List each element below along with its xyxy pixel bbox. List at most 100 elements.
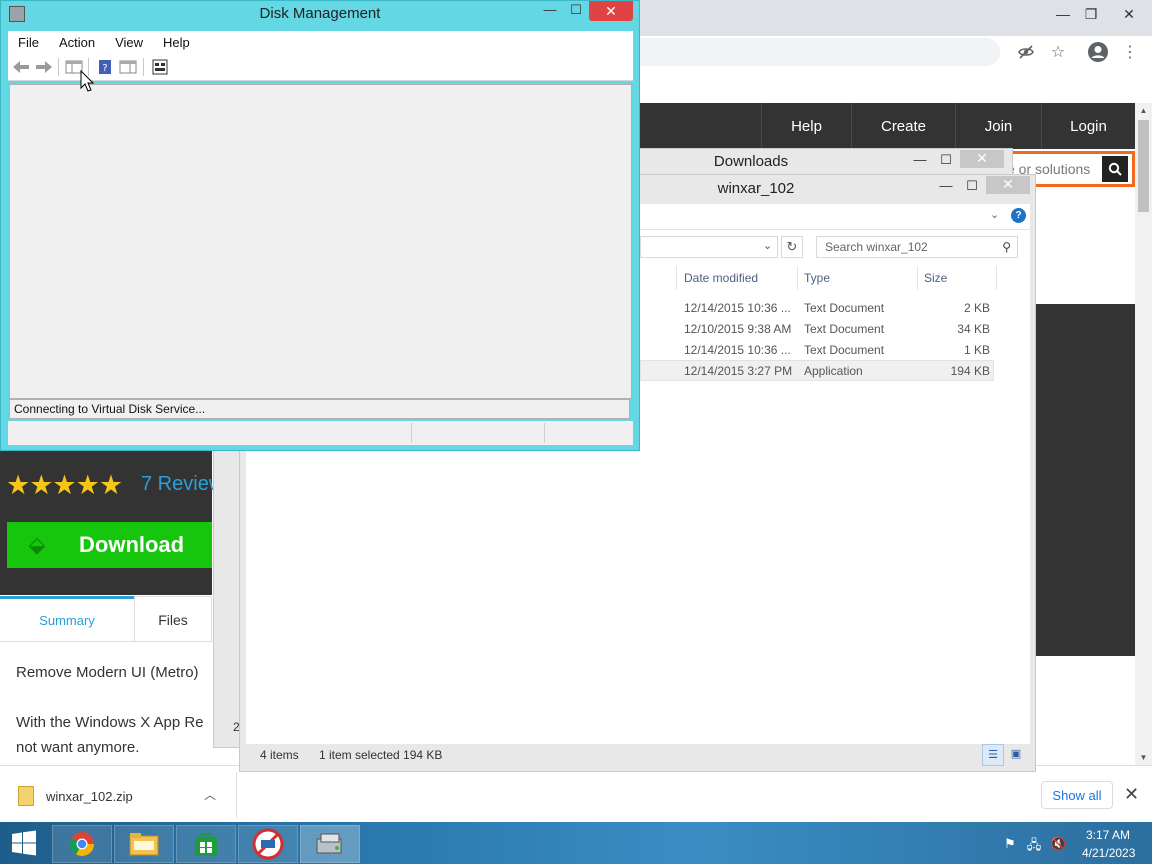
site-navigation: Help Create Join Login xyxy=(560,103,1135,149)
tab-files[interactable]: Files xyxy=(134,596,212,642)
column-divider xyxy=(996,266,997,290)
show-hide-action-pane-icon[interactable] xyxy=(118,57,138,77)
mouse-cursor-icon xyxy=(80,69,95,95)
shelf-divider xyxy=(236,772,237,818)
explorer-search-input[interactable]: Search winxar_102 ⚲ xyxy=(816,236,1018,258)
file-row-size[interactable]: 2 KB xyxy=(940,301,990,315)
clock-date[interactable]: 4/21/2023 xyxy=(1082,846,1135,860)
tab-summary[interactable]: Summary xyxy=(0,596,134,642)
chevron-up-icon[interactable]: ︿ xyxy=(204,786,216,803)
details-view-icon[interactable]: ☰ xyxy=(982,744,1004,766)
file-row-size[interactable]: 34 KB xyxy=(940,322,990,336)
star-bookmark-icon[interactable]: ☆ xyxy=(1046,40,1070,64)
search-icon[interactable] xyxy=(1102,156,1128,182)
dm-minimize-button[interactable]: — xyxy=(537,2,563,22)
forward-arrow-icon[interactable] xyxy=(34,57,54,77)
help-icon[interactable]: ? xyxy=(1011,208,1026,223)
file-row-date[interactable]: 12/14/2015 10:36 ... xyxy=(684,343,791,357)
winxar-maximize-button[interactable]: ☐ xyxy=(962,178,982,194)
dm-close-button[interactable]: ✕ xyxy=(589,1,633,21)
eye-off-icon[interactable] xyxy=(1014,40,1038,64)
chevron-down-icon[interactable]: ⌄ xyxy=(990,208,999,221)
dm-menubar: File Action View Help xyxy=(8,31,633,53)
dm-maximize-button[interactable]: ☐ xyxy=(563,2,589,22)
network-icon[interactable]: 🖧 xyxy=(1026,836,1042,852)
winxar-minimize-button[interactable]: — xyxy=(936,178,956,193)
winxar-close-button[interactable]: ✕ xyxy=(986,176,1030,194)
project-description-line: Remove Modern UI (Metro) xyxy=(16,664,199,681)
file-row-type[interactable]: Text Document xyxy=(804,301,884,315)
help-book-icon[interactable]: ? xyxy=(95,57,115,77)
toolbar-separator xyxy=(58,58,59,76)
dm-statusbar xyxy=(8,421,633,445)
winxar-window-title: winxar_102 xyxy=(717,180,795,197)
winxar-app-icon xyxy=(252,828,284,860)
svg-text:?: ? xyxy=(102,63,107,74)
downloaded-file-item[interactable]: winxar_102.zip xyxy=(18,786,133,806)
file-row-size[interactable]: 1 KB xyxy=(940,343,990,357)
taskbar-store[interactable] xyxy=(176,825,236,863)
file-row-type[interactable]: Text Document xyxy=(804,322,884,336)
downloads-close-button[interactable]: ✕ xyxy=(960,150,1004,168)
explorer-address-bar[interactable] xyxy=(640,236,778,258)
taskbar-file-explorer[interactable] xyxy=(114,825,174,863)
explorer-item-count: 4 items xyxy=(260,748,299,762)
scroll-up-arrow-icon[interactable]: ▲ xyxy=(1135,103,1152,118)
dm-content-pane xyxy=(9,84,632,399)
downloads-minimize-button[interactable]: — xyxy=(910,152,930,167)
action-center-flag-icon[interactable]: ⚑ xyxy=(1002,836,1018,852)
nav-help-link[interactable]: Help xyxy=(761,103,851,149)
download-button[interactable]: ⬙ Download xyxy=(7,522,212,568)
scroll-down-arrow-icon[interactable]: ▼ xyxy=(1135,750,1152,765)
column-header-size[interactable]: Size xyxy=(924,271,947,285)
menu-action[interactable]: Action xyxy=(49,35,105,50)
properties-icon[interactable] xyxy=(150,57,170,77)
browser-menu-icon[interactable]: ⋮ xyxy=(1118,40,1142,64)
nav-create-link[interactable]: Create xyxy=(851,103,955,149)
column-header-date[interactable]: Date modified xyxy=(684,271,758,285)
menu-view[interactable]: View xyxy=(105,35,153,50)
disk-management-icon xyxy=(316,833,342,854)
file-row-date[interactable]: 12/14/2015 10:36 ... xyxy=(684,301,791,315)
nav-join-link[interactable]: Join xyxy=(955,103,1041,149)
rating-stars: ★★★★★ xyxy=(6,470,123,500)
refresh-icon[interactable]: ↻ xyxy=(781,236,803,258)
taskbar-winxar[interactable] xyxy=(238,825,298,863)
taskbar-disk-management[interactable] xyxy=(300,825,360,863)
download-label: Download xyxy=(79,532,185,557)
column-header-type[interactable]: Type xyxy=(804,271,830,285)
chrome-icon xyxy=(69,832,94,857)
project-description-line: With the Windows X App Re xyxy=(16,714,204,731)
address-dropdown-icon[interactable]: ⌄ xyxy=(763,239,772,252)
clock-time[interactable]: 3:17 AM xyxy=(1086,828,1130,842)
reviews-link[interactable]: 7 Reviews xyxy=(141,473,216,496)
show-all-button[interactable]: Show all xyxy=(1041,781,1113,809)
volume-muted-icon[interactable]: 🔇 xyxy=(1050,836,1066,852)
statusbar-divider xyxy=(411,423,412,443)
close-icon[interactable]: ✕ xyxy=(1124,784,1139,805)
file-row-date[interactable]: 12/14/2015 3:27 PM xyxy=(684,364,792,378)
scrollbar-thumb[interactable] xyxy=(1138,120,1149,212)
menu-file[interactable]: File xyxy=(8,35,49,50)
explorer-selection-info: 1 item selected 194 KB xyxy=(319,748,443,762)
folder-icon xyxy=(129,833,159,856)
file-row-type[interactable]: Application xyxy=(804,364,863,378)
nav-login-link[interactable]: Login xyxy=(1041,103,1135,149)
store-icon xyxy=(195,833,217,856)
zip-file-icon xyxy=(18,786,34,806)
browser-close-button[interactable]: ✕ xyxy=(1106,0,1152,28)
menu-help[interactable]: Help xyxy=(153,35,200,50)
taskbar-chrome[interactable] xyxy=(52,825,112,863)
project-description-line: not want anymore. xyxy=(16,739,140,756)
file-row-size[interactable]: 194 KB xyxy=(940,364,990,378)
tab-divider xyxy=(0,641,212,642)
page-dark-panel xyxy=(1030,304,1135,656)
download-icon: ⬙ xyxy=(28,532,46,557)
downloads-maximize-button[interactable]: ☐ xyxy=(936,152,956,168)
file-row-date[interactable]: 12/10/2015 9:38 AM xyxy=(684,322,791,336)
back-arrow-icon[interactable] xyxy=(11,57,31,77)
large-icons-view-icon[interactable]: ▣ xyxy=(1006,744,1026,766)
profile-avatar-icon[interactable] xyxy=(1086,40,1110,64)
start-button[interactable] xyxy=(0,822,48,864)
file-row-type[interactable]: Text Document xyxy=(804,343,884,357)
